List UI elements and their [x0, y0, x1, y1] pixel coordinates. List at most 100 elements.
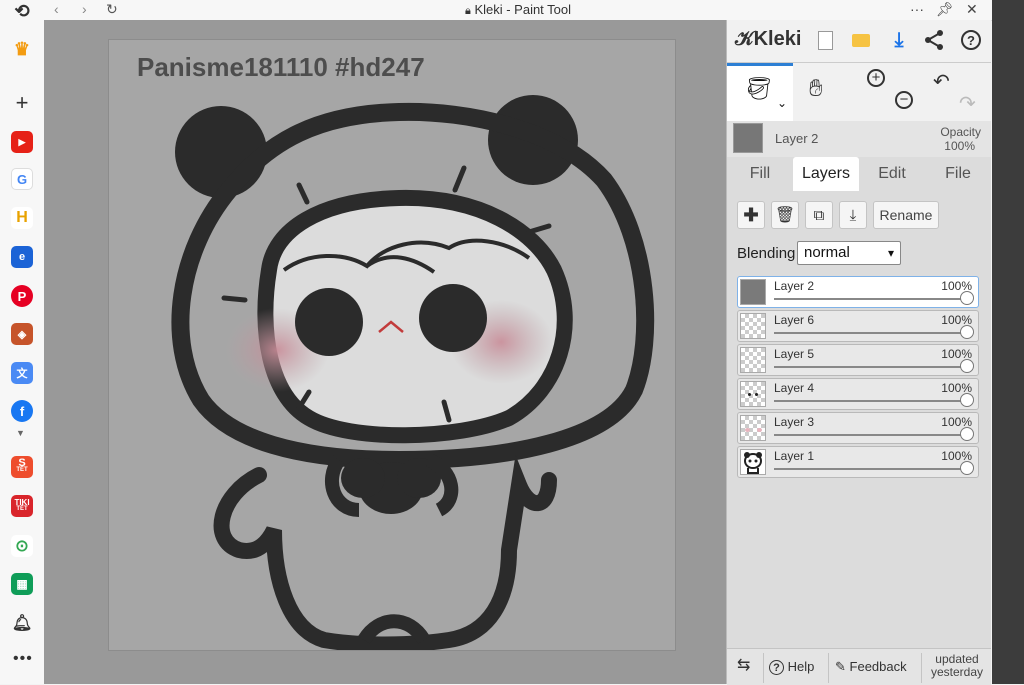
rename-button[interactable]: Rename — [873, 201, 939, 229]
logo-text: Kleki — [753, 28, 802, 50]
opacity-value: 100% — [944, 139, 975, 153]
more-options-icon[interactable]: ··· — [910, 1, 924, 17]
shield-app-icon[interactable]: ◈ — [11, 323, 33, 345]
zoom-out-icon[interactable]: − — [895, 91, 913, 109]
help-link[interactable]: ? Help — [769, 659, 814, 675]
crown-icon[interactable]: ♛ — [11, 38, 33, 60]
shopee-icon[interactable]: S TẾT — [11, 456, 33, 478]
h-app-icon[interactable]: H — [11, 207, 33, 229]
redo-icon[interactable]: ↷ — [959, 91, 976, 116]
lock-icon: 🔒︎ — [464, 5, 471, 17]
layer-opacity-slider[interactable] — [774, 393, 974, 407]
slider-knob[interactable] — [960, 427, 974, 441]
drawing-canvas[interactable]: Panisme181110 #hd247 — [108, 39, 676, 651]
merge-down-icon: ⤓ — [849, 206, 857, 224]
delete-layer-button[interactable]: 🗑︎ — [771, 201, 799, 229]
layer-thumbnail — [740, 415, 766, 441]
layer-opacity-slider[interactable] — [774, 427, 974, 441]
fill-tool[interactable]: 🪣︎ ⌄ — [727, 63, 793, 121]
merge-layer-button[interactable]: ⤓ — [839, 201, 867, 229]
blending-value: normal — [804, 244, 850, 261]
layer-item-layer-1[interactable]: Layer 1 100% — [737, 446, 979, 478]
window-title: 🔒︎ Kleki - Paint Tool — [44, 2, 992, 18]
layer-name: Layer 3 — [774, 415, 815, 429]
tab-fill[interactable]: Fill — [727, 157, 793, 191]
expand-icon[interactable]: ▼ — [16, 428, 25, 438]
share-icon[interactable] — [920, 26, 948, 54]
blending-select[interactable]: normal ▾ — [797, 241, 901, 265]
new-file-icon[interactable] — [811, 26, 839, 54]
layer-item-layer-6[interactable]: Layer 6 100% — [737, 310, 979, 342]
slider-knob[interactable] — [960, 291, 974, 305]
layer-opacity-slider[interactable] — [774, 461, 974, 475]
translate-icon[interactable]: 文 — [11, 362, 33, 384]
facebook-icon[interactable]: f — [11, 400, 33, 422]
kleki-logo: 𝒦Kleki — [735, 28, 801, 51]
paint-bucket-icon: 🪣︎ — [745, 76, 773, 101]
layer-item-layer-5[interactable]: Layer 5 100% — [737, 344, 979, 376]
panel-header: 𝒦Kleki ⤓ ? — [727, 20, 991, 63]
layer-item-layer-2[interactable]: Layer 2 100% — [737, 276, 979, 308]
layer-thumbnail — [740, 347, 766, 373]
layer-name: Layer 2 — [774, 279, 815, 293]
sheets-icon[interactable]: ▦ — [11, 573, 33, 595]
duplicate-layer-button[interactable]: ⧉ — [805, 201, 833, 229]
add-layer-button[interactable]: ✚ — [737, 201, 765, 229]
window-title-text: Kleki - Paint Tool — [474, 2, 572, 17]
slider-knob[interactable] — [960, 393, 974, 407]
maps-icon[interactable]: ⊙ — [11, 535, 33, 557]
slider-knob[interactable] — [960, 461, 974, 475]
pin-icon[interactable]: 📌︎ — [936, 1, 954, 18]
help-circle-icon: ? — [769, 660, 784, 675]
slider-knob[interactable] — [960, 325, 974, 339]
download-icon[interactable]: ⤓ — [885, 26, 913, 54]
layer-item-layer-3[interactable]: Layer 3 100% — [737, 412, 979, 444]
divider — [828, 653, 829, 683]
history-icon[interactable]: ⟲ — [11, 0, 33, 22]
google-icon[interactable]: G — [11, 168, 33, 190]
layer-thumbnail — [740, 313, 766, 339]
tab-layers[interactable]: Layers — [793, 157, 859, 191]
tiki-icon[interactable]: TIKI TẾT — [11, 495, 33, 517]
layer-opacity-slider[interactable] — [774, 291, 974, 305]
tab-file[interactable]: File — [925, 157, 991, 191]
divider — [921, 653, 922, 683]
undo-icon[interactable]: ↶ — [933, 69, 950, 94]
updated-line-2: yesterday — [930, 665, 984, 679]
layer-thumbnail — [740, 381, 766, 407]
layer-thumbnail — [740, 449, 766, 475]
pinterest-icon[interactable]: P — [11, 285, 33, 307]
background-window-strip — [992, 0, 1024, 684]
browser-sidebar: ⟲ ♛ + ▶ G H e P ◈ 文 f ▼ S TẾT TIKI TẾT ⊙ ▦… — [0, 0, 45, 684]
browser-toolbar: ‹ › ↻ 🔒︎ Kleki - Paint Tool ··· 📌︎ ✕ — [44, 0, 992, 21]
shopee-badge-text: TẾT — [16, 467, 28, 473]
canvas-area[interactable]: Panisme181110 #hd247 — [44, 20, 726, 684]
feedback-link[interactable]: ✎ Feedback — [835, 659, 907, 675]
add-icon[interactable]: + — [11, 90, 33, 115]
open-folder-icon[interactable] — [847, 26, 875, 54]
more-icon[interactable]: ••• — [13, 650, 33, 668]
app-icon-blue[interactable]: e — [11, 246, 33, 268]
zoom-in-icon[interactable]: + — [867, 69, 885, 87]
layer-opacity-slider[interactable] — [774, 359, 974, 373]
youtube-icon[interactable]: ▶ — [11, 131, 33, 153]
help-label: Help — [787, 659, 815, 674]
tab-edit[interactable]: Edit — [859, 157, 925, 191]
layer-name: Layer 4 — [774, 381, 815, 395]
slider-knob[interactable] — [960, 359, 974, 373]
tool-bar: 🪣︎ ⌄ ✋︎ + − ↶ ↷ — [727, 63, 991, 122]
updated-status: updated yesterday — [927, 653, 987, 679]
kleki-side-panel: 𝒦Kleki ⤓ ? 🪣︎ ⌄ ✋︎ + − ↶ ↷ Layer 2 Opaci… — [726, 20, 991, 685]
active-layer-thumbnail — [733, 123, 763, 153]
help-icon[interactable]: ? — [957, 26, 985, 54]
layer-thumbnail — [740, 279, 766, 305]
panel-footer: ⇆ ? Help ✎ Feedback updated yesterday — [727, 648, 991, 685]
blending-label: Blending — [737, 245, 796, 262]
panel-tabs: Fill Layers Edit File — [727, 157, 991, 191]
layer-opacity-slider[interactable] — [774, 325, 974, 339]
layer-item-layer-4[interactable]: Layer 4 100% — [737, 378, 979, 410]
swap-panel-icon[interactable]: ⇆ — [737, 655, 750, 675]
notification-bell-icon[interactable]: 🔔︎ — [11, 612, 33, 634]
hand-tool-icon[interactable]: ✋︎ — [809, 75, 823, 103]
close-icon[interactable]: ✕ — [966, 1, 978, 18]
